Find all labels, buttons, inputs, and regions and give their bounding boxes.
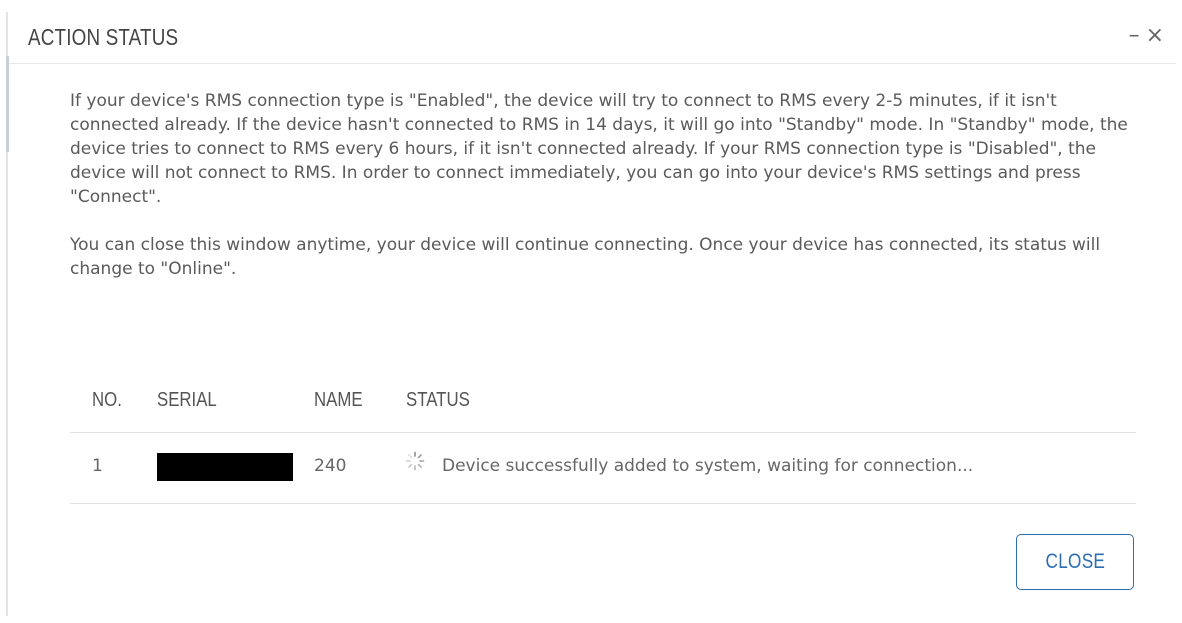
dialog-left-accent	[6, 56, 9, 152]
column-header-serial: SERIAL	[157, 389, 217, 411]
column-header-name: NAME	[314, 389, 363, 411]
close-button-label: CLOSE	[1045, 550, 1105, 573]
table-row: 1 240 Device successfully added to syste…	[70, 433, 1136, 504]
dialog-header: ACTION STATUS – ×	[8, 12, 1176, 64]
cell-name: 240	[314, 456, 347, 476]
description-paragraph-2: You can close this window anytime, your …	[70, 235, 1101, 279]
action-status-dialog: ACTION STATUS – × If your device's RMS c…	[6, 12, 1176, 616]
window-controls: – ×	[1129, 22, 1164, 50]
close-button[interactable]: CLOSE	[1016, 534, 1134, 590]
description-paragraph-1: If your device's RMS connection type is …	[70, 91, 1128, 207]
minimize-icon[interactable]: –	[1129, 22, 1140, 50]
dialog-description: If your device's RMS connection type is …	[70, 89, 1130, 281]
serial-redacted-block	[157, 453, 293, 481]
loading-spinner-icon	[405, 451, 425, 471]
device-status-table: NO. SERIAL NAME STATUS 1 240 Device succ…	[70, 377, 1136, 504]
column-header-status: STATUS	[406, 389, 470, 411]
cell-status: Device successfully added to system, wai…	[442, 456, 974, 476]
cell-no: 1	[92, 456, 103, 476]
column-header-no: NO.	[92, 389, 122, 411]
table-header-row: NO. SERIAL NAME STATUS	[70, 377, 1136, 433]
dialog-title: ACTION STATUS	[28, 24, 179, 50]
close-icon[interactable]: ×	[1146, 22, 1164, 50]
